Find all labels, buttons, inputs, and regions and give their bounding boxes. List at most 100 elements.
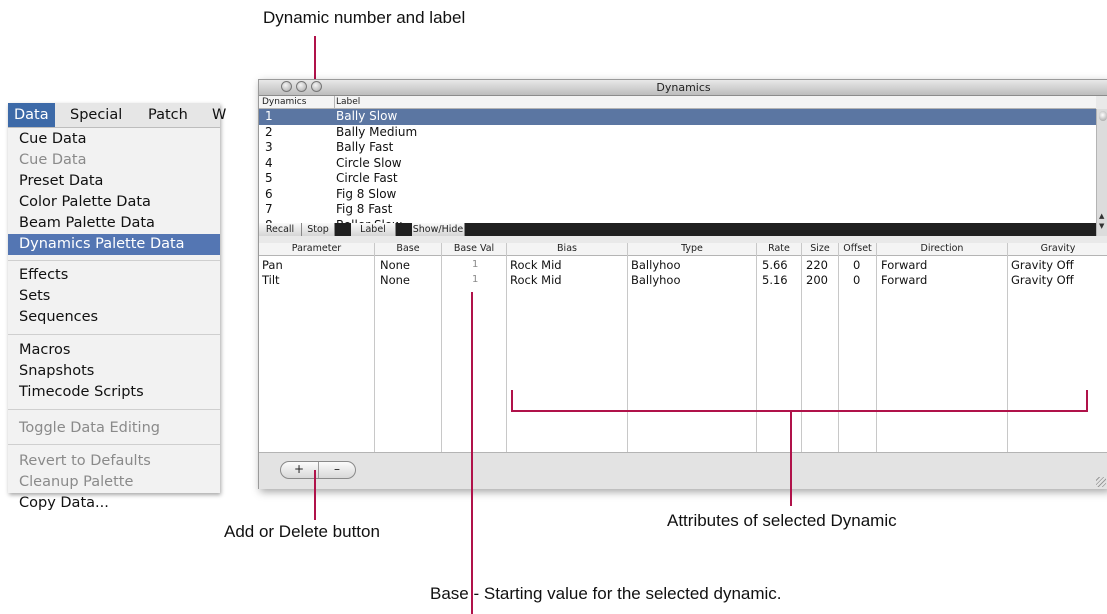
list-item[interactable]: 2 Bally Medium bbox=[259, 125, 1096, 141]
dynamic-label: Bally Slow bbox=[336, 109, 398, 123]
dynamic-number: 5 bbox=[265, 171, 273, 185]
menu-item-cue-data[interactable]: Cue Data bbox=[8, 129, 220, 150]
cell-bias[interactable]: Rock Mid bbox=[510, 258, 562, 272]
column-header-dynamics[interactable]: Dynamics bbox=[259, 96, 335, 108]
menu-item-copy-data[interactable]: Copy Data... bbox=[8, 493, 220, 514]
menubar-item-data[interactable]: Data bbox=[8, 103, 55, 127]
cell-base[interactable]: None bbox=[380, 273, 410, 287]
dynamics-window: Dynamics Dynamics Label 1 Bally Slow 2 B… bbox=[258, 79, 1107, 489]
menu-item-toggle-data-editing: Toggle Data Editing bbox=[19, 420, 160, 436]
cell-offset[interactable]: 0 bbox=[853, 258, 860, 272]
callout-bracket-right bbox=[1086, 390, 1088, 412]
column-divider bbox=[838, 243, 839, 452]
cell-gravity[interactable]: Gravity Off bbox=[1011, 258, 1074, 272]
menubar-item-special[interactable]: Special bbox=[64, 103, 128, 127]
dynamic-label: Bally Medium bbox=[336, 124, 418, 139]
list-item-selected[interactable]: 1 Bally Slow bbox=[259, 109, 1096, 125]
menu-item-color-palette-data[interactable]: Color Palette Data bbox=[8, 192, 220, 213]
dynamic-number: 4 bbox=[265, 155, 273, 170]
cell-base-val[interactable]: 1 bbox=[472, 273, 478, 287]
column-header-rate[interactable]: Rate bbox=[757, 243, 801, 255]
menu-item-sets[interactable]: Sets bbox=[8, 286, 220, 307]
show-hide-button[interactable]: Show/Hide bbox=[412, 223, 465, 236]
scroll-up-arrow-icon[interactable]: ▲ bbox=[1099, 212, 1104, 220]
add-button[interactable]: + bbox=[281, 462, 317, 478]
dynamic-number: 1 bbox=[265, 109, 273, 123]
dynamic-number: 7 bbox=[265, 202, 273, 216]
menu-item-dynamics-palette-data[interactable]: Dynamics Palette Data bbox=[8, 234, 220, 255]
cell-parameter[interactable]: Pan bbox=[262, 258, 283, 272]
column-header-base[interactable]: Base bbox=[375, 243, 441, 255]
recall-button[interactable]: Recall bbox=[259, 223, 302, 236]
cell-type[interactable]: Ballyhoo bbox=[631, 258, 681, 272]
callout-line-attributes bbox=[790, 410, 792, 506]
menubar: Data Special Patch W bbox=[8, 103, 226, 128]
column-header-offset[interactable]: Offset bbox=[839, 243, 876, 255]
vertical-scrollbar[interactable]: ▲ ▼ bbox=[1096, 109, 1107, 236]
list-item[interactable]: 7 Fig 8 Fast bbox=[259, 202, 1096, 218]
menubar-item-window[interactable]: W bbox=[206, 103, 232, 127]
column-header-type[interactable]: Type bbox=[628, 243, 756, 255]
cell-direction[interactable]: Forward bbox=[881, 258, 927, 272]
delete-button[interactable]: – bbox=[319, 462, 355, 478]
column-divider bbox=[506, 243, 507, 452]
menu-item-beam-palette-data[interactable]: Beam Palette Data bbox=[8, 213, 220, 234]
add-delete-control: + – bbox=[280, 461, 356, 479]
data-menu: Data Special Patch W Cue Data Cue Data P… bbox=[8, 103, 226, 511]
cell-size[interactable]: 220 bbox=[806, 258, 828, 272]
dynamic-number: 2 bbox=[265, 124, 273, 139]
cell-base[interactable]: None bbox=[380, 258, 410, 272]
column-header-label[interactable]: Label bbox=[333, 96, 360, 108]
menu-item-snapshots[interactable]: Snapshots bbox=[8, 361, 220, 382]
menu-item-timecode-scripts[interactable]: Timecode Scripts bbox=[8, 382, 220, 403]
cell-direction[interactable]: Forward bbox=[881, 273, 927, 287]
parameter-grid-header: Parameter Base Base Val Bias Type Rate S… bbox=[259, 243, 1107, 256]
callout-attributes: Attributes of selected Dynamic bbox=[667, 511, 897, 530]
dynamic-label: Bally Fast bbox=[336, 140, 394, 154]
column-header-parameter[interactable]: Parameter bbox=[259, 243, 374, 255]
cell-bias[interactable]: Rock Mid bbox=[510, 273, 562, 287]
resize-grip-icon[interactable] bbox=[1096, 477, 1106, 487]
menu-item-effects[interactable]: Effects bbox=[8, 265, 220, 286]
dynamics-toolbar: Recall Stop Label Show/Hide bbox=[259, 223, 1096, 236]
column-header-gravity[interactable]: Gravity bbox=[1008, 243, 1107, 255]
column-divider bbox=[756, 243, 757, 452]
dynamic-label: Circle Slow bbox=[336, 155, 402, 170]
label-button[interactable]: Label bbox=[351, 223, 396, 236]
list-item[interactable]: 3 Bally Fast bbox=[259, 140, 1096, 156]
cell-base-val[interactable]: 1 bbox=[472, 258, 478, 272]
column-divider bbox=[374, 243, 375, 452]
stop-button[interactable]: Stop bbox=[302, 223, 335, 236]
cell-rate[interactable]: 5.66 bbox=[762, 258, 788, 272]
column-header-base-val[interactable]: Base Val bbox=[442, 243, 506, 255]
cell-offset[interactable]: 0 bbox=[853, 273, 860, 287]
cell-size[interactable]: 200 bbox=[806, 273, 828, 287]
column-divider bbox=[801, 243, 802, 452]
column-header-direction[interactable]: Direction bbox=[877, 243, 1007, 255]
list-item[interactable]: 5 Circle Fast bbox=[259, 171, 1096, 187]
menu-item-cleanup-palette: Cleanup Palette bbox=[19, 474, 134, 490]
scroll-thumb[interactable] bbox=[1099, 111, 1107, 121]
bottom-bar: + – bbox=[259, 452, 1107, 489]
cell-parameter[interactable]: Tilt bbox=[262, 273, 280, 287]
column-header-bias[interactable]: Bias bbox=[507, 243, 627, 255]
column-divider bbox=[1007, 243, 1008, 452]
cell-gravity[interactable]: Gravity Off bbox=[1011, 273, 1074, 287]
cell-rate[interactable]: 5.16 bbox=[762, 273, 788, 287]
list-item[interactable]: 4 Circle Slow bbox=[259, 156, 1096, 172]
menu-item-preset-data[interactable]: Preset Data bbox=[8, 171, 220, 192]
menu-item-revert-to-defaults: Revert to Defaults bbox=[19, 453, 151, 469]
menu-item-sequences[interactable]: Sequences bbox=[8, 307, 220, 328]
menu-item-macros[interactable]: Macros bbox=[8, 340, 220, 361]
list-item[interactable]: 6 Fig 8 Slow bbox=[259, 187, 1096, 203]
column-divider bbox=[876, 243, 877, 452]
dynamics-list: 1 Bally Slow 2 Bally Medium 3 Bally Fast… bbox=[259, 109, 1096, 236]
menubar-item-patch[interactable]: Patch bbox=[142, 103, 194, 127]
cell-type[interactable]: Ballyhoo bbox=[631, 273, 681, 287]
dynamic-number: 3 bbox=[265, 140, 273, 154]
column-header-size[interactable]: Size bbox=[802, 243, 838, 255]
callout-line-base bbox=[471, 292, 473, 614]
title-bar[interactable]: Dynamics bbox=[259, 80, 1107, 96]
scroll-down-arrow-icon[interactable]: ▼ bbox=[1099, 222, 1104, 230]
dynamic-label: Fig 8 Slow bbox=[336, 186, 397, 201]
